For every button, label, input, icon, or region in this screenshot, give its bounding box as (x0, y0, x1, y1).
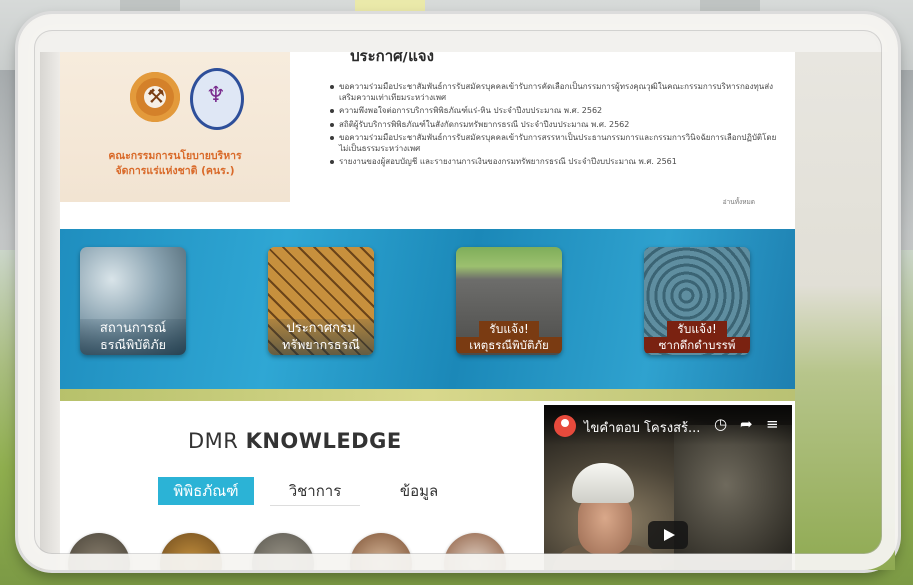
tile-report-geohazard[interactable]: รับแจ้ง! เหตุธรณีพิบัติภัย (456, 247, 562, 355)
tile-label-line2: ธรณีพิบัติภัย (100, 337, 166, 352)
knowledge-thumb[interactable] (252, 533, 314, 570)
org-name[interactable]: คณะกรรมการนโยบายบริหาร จัดการแร่แห่งชาติ… (60, 149, 290, 179)
knowledge-section: DMR KNOWLEDGE พิพิธภัณฑ์ วิชาการ ข้อมูล (60, 401, 530, 570)
tab-academic[interactable]: วิชาการ (270, 477, 360, 505)
website-screen: ⚒ ♆ คณะกรรมการนโยบายบริหาร จัดการแร่แห่ง… (60, 52, 795, 570)
gear-logo-icon: ⚒ (130, 72, 180, 122)
tile-label-line1: สถานการณ์ (99, 321, 167, 336)
news-list: ขอความร่วมมือประชาสัมพันธ์การรับสมัครบุค… (330, 82, 780, 171)
share-icon[interactable]: ➦ (740, 415, 753, 433)
news-item[interactable]: ขอความร่วมมือประชาสัมพันธ์การรับสมัครบุค… (330, 133, 780, 154)
tile-label: ประกาศกรม ทรัพยากรธรณี (268, 319, 374, 355)
knowledge-thumb[interactable] (68, 533, 130, 570)
play-icon[interactable] (648, 521, 688, 549)
tile-label: สถานการณ์ ธรณีพิบัติภัย (80, 319, 186, 355)
tile-label-line1: รับแจ้ง! (479, 321, 539, 337)
screen-frame: ⚒ ♆ คณะกรรมการนโยบายบริหาร จัดการแร่แห่ง… (18, 14, 898, 570)
news-item[interactable]: รายงานของผู้สอบบัญชี และรายงานการเงินของ… (330, 157, 780, 168)
tile-label-line2: ทรัพยากรธรณี (282, 337, 360, 352)
seal-logo-icon: ♆ (190, 68, 244, 130)
read-all-link[interactable]: อ่านทั้งหมด (723, 197, 755, 207)
news-title: ประกาศ/แจ้ง (350, 52, 434, 65)
playlist-icon[interactable]: ≡ (766, 415, 779, 433)
service-tiles-band: สถานการณ์ ธรณีพิบัติภัย ประกาศกรม ทรัพยา… (60, 229, 795, 389)
news-item[interactable]: สถิติผู้รับบริการพิพิธภัณฑ์ในสังกัดกรมทร… (330, 120, 780, 131)
knowledge-title-prefix: DMR (188, 429, 239, 453)
tile-label: รับแจ้ง! ซากดึกดำบรรพ์ (644, 319, 750, 355)
tile-label-line1: รับแจ้ง! (667, 321, 727, 337)
news-panel: ประกาศ/แจ้ง ขอความร่วมมือประชาสัมพันธ์กา… (290, 52, 795, 212)
tile-geohazard-situation[interactable]: สถานการณ์ ธรณีพิบัติภัย (80, 247, 186, 355)
knowledge-thumb[interactable] (160, 533, 222, 570)
knowledge-title-bold: KNOWLEDGE (245, 429, 402, 453)
tab-data[interactable]: ข้อมูล (384, 477, 454, 505)
tab-underline (270, 505, 360, 506)
knowledge-title: DMR KNOWLEDGE (188, 429, 402, 453)
tile-label-line1: ประกาศกรม (286, 321, 356, 336)
org-name-line1: คณะกรรมการนโยบายบริหาร (108, 150, 242, 162)
tab-museum[interactable]: พิพิธภัณฑ์ (158, 477, 254, 505)
tile-label: รับแจ้ง! เหตุธรณีพิบัติภัย (456, 319, 562, 355)
tile-dmr-announcement[interactable]: ประกาศกรม ทรัพยากรธรณี (268, 247, 374, 355)
channel-avatar[interactable] (554, 415, 576, 437)
band-divider (60, 389, 795, 401)
video-title[interactable]: ไขคำตอบ โครงสร้... (584, 417, 700, 438)
tile-label-line2: ซากดึกดำบรรพ์ (644, 337, 750, 353)
tile-report-fossil[interactable]: รับแจ้ง! ซากดึกดำบรรพ์ (644, 247, 750, 355)
video-player[interactable]: ไขคำตอบ โครงสร้... ◷ ➦ ≡ (544, 405, 792, 570)
knowledge-thumb[interactable] (350, 533, 412, 570)
cave-wall (674, 425, 792, 570)
frame-side-scene (795, 52, 895, 570)
news-item[interactable]: ความพึงพอใจต่อการบริการพิพิธภัณฑ์แร่-หิน… (330, 106, 780, 117)
frame-rim (40, 52, 60, 570)
news-item[interactable]: ขอความร่วมมือประชาสัมพันธ์การรับสมัครบุค… (330, 82, 780, 103)
clock-icon[interactable]: ◷ (714, 415, 727, 433)
knowledge-thumb[interactable] (444, 533, 506, 570)
org-panel: ⚒ ♆ คณะกรรมการนโยบายบริหาร จัดการแร่แห่ง… (60, 52, 290, 202)
tile-label-line2: เหตุธรณีพิบัติภัย (456, 337, 562, 353)
org-name-line2: จัดการแร่แห่งชาติ (คนร.) (115, 165, 235, 177)
